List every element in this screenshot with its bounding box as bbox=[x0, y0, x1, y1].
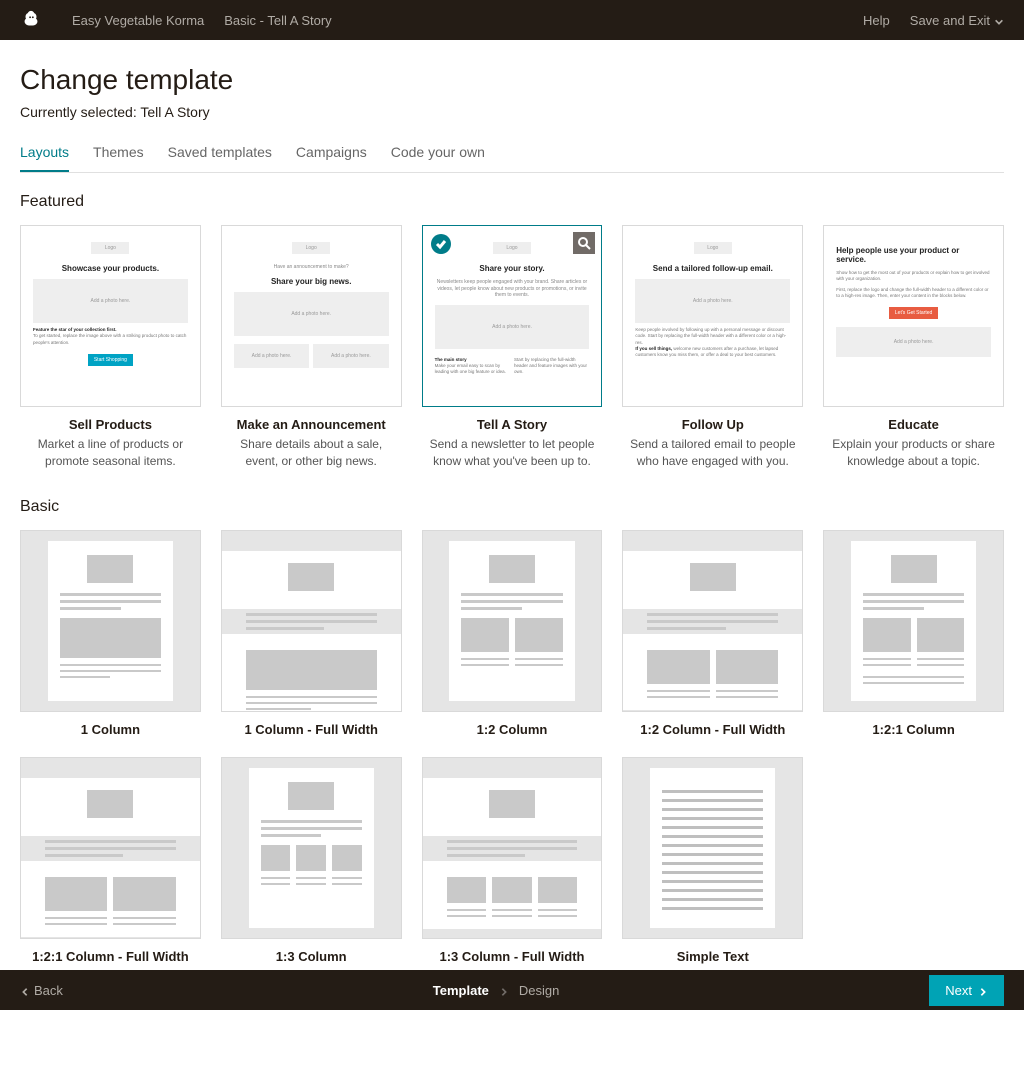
check-icon bbox=[431, 234, 451, 254]
template-card-1-column: 1 Column bbox=[20, 530, 201, 737]
save-exit-button[interactable]: Save and Exit bbox=[910, 13, 1004, 28]
template-title: Simple Text bbox=[622, 949, 803, 964]
chevron-right-icon bbox=[499, 985, 509, 995]
template-card-tell-a-story: LogoShare your story.Newsletters keep pe… bbox=[422, 225, 603, 470]
template-desc: Send a tailored email to people who have… bbox=[622, 436, 803, 470]
template-thumb[interactable] bbox=[622, 757, 803, 939]
template-title: Tell A Story bbox=[422, 417, 603, 432]
template-title: 1:2 Column - Full Width bbox=[622, 722, 803, 737]
section-basic: Basic bbox=[20, 498, 1004, 516]
template-card-1-2-1-column---full-width: 1:2:1 Column - Full Width bbox=[20, 757, 201, 964]
template-desc: Market a line of products or promote sea… bbox=[20, 436, 201, 470]
tab-campaigns[interactable]: Campaigns bbox=[296, 144, 367, 172]
mailchimp-logo[interactable] bbox=[20, 9, 42, 31]
template-title: Follow Up bbox=[622, 417, 803, 432]
template-thumb[interactable] bbox=[422, 757, 603, 939]
header-template[interactable]: Basic - Tell A Story bbox=[224, 13, 331, 28]
section-featured: Featured bbox=[20, 193, 1004, 211]
template-thumb[interactable]: LogoSend a tailored follow-up email.Add … bbox=[622, 225, 803, 407]
preview-icon[interactable] bbox=[573, 232, 595, 254]
template-card-educate: Help people use your product or service.… bbox=[823, 225, 1004, 470]
template-thumb[interactable] bbox=[20, 530, 201, 712]
template-thumb[interactable]: LogoShare your story.Newsletters keep pe… bbox=[422, 225, 603, 407]
template-thumb[interactable]: LogoHave an announcement to make?Share y… bbox=[221, 225, 402, 407]
template-title: 1:2:1 Column - Full Width bbox=[20, 949, 201, 964]
template-card-1-column---full-width: 1 Column - Full Width bbox=[221, 530, 402, 737]
template-title: Make an Announcement bbox=[221, 417, 402, 432]
template-thumb[interactable] bbox=[422, 530, 603, 712]
template-title: 1:3 Column - Full Width bbox=[422, 949, 603, 964]
tab-saved-templates[interactable]: Saved templates bbox=[168, 144, 272, 172]
template-desc: Share details about a sale, event, or ot… bbox=[221, 436, 402, 470]
step-template[interactable]: Template bbox=[433, 983, 489, 998]
template-thumb[interactable] bbox=[823, 530, 1004, 712]
header-project[interactable]: Easy Vegetable Korma bbox=[72, 13, 204, 28]
tab-code-your-own[interactable]: Code your own bbox=[391, 144, 485, 172]
template-thumb[interactable]: LogoShowcase your products.Add a photo h… bbox=[20, 225, 201, 407]
template-title: Educate bbox=[823, 417, 1004, 432]
template-card-1-2-column: 1:2 Column bbox=[422, 530, 603, 737]
template-title: 1 Column bbox=[20, 722, 201, 737]
back-button[interactable]: Back bbox=[20, 983, 63, 998]
template-thumb[interactable] bbox=[221, 757, 402, 939]
page-title: Change template bbox=[20, 64, 1004, 96]
chevron-left-icon bbox=[20, 985, 30, 995]
template-thumb[interactable] bbox=[622, 530, 803, 712]
template-card-1-3-column: 1:3 Column bbox=[221, 757, 402, 964]
template-title: 1:2 Column bbox=[422, 722, 603, 737]
chevron-down-icon bbox=[994, 15, 1004, 25]
template-title: Sell Products bbox=[20, 417, 201, 432]
template-card-sell-products: LogoShowcase your products.Add a photo h… bbox=[20, 225, 201, 470]
template-card-1-3-column---full-width: 1:3 Column - Full Width bbox=[422, 757, 603, 964]
template-card-simple-text: Simple Text bbox=[622, 757, 803, 964]
step-design[interactable]: Design bbox=[519, 983, 559, 998]
next-button[interactable]: Next bbox=[929, 975, 1004, 1006]
tabs: Layouts Themes Saved templates Campaigns Cod… bbox=[20, 144, 1004, 173]
tab-themes[interactable]: Themes bbox=[93, 144, 144, 172]
template-thumb[interactable] bbox=[221, 530, 402, 712]
template-title: 1 Column - Full Width bbox=[221, 722, 402, 737]
help-link[interactable]: Help bbox=[863, 13, 890, 28]
template-thumb[interactable]: Help people use your product or service.… bbox=[823, 225, 1004, 407]
tab-layouts[interactable]: Layouts bbox=[20, 144, 69, 172]
template-card-1-2-1-column: 1:2:1 Column bbox=[823, 530, 1004, 737]
template-card-1-2-column---full-width: 1:2 Column - Full Width bbox=[622, 530, 803, 737]
currently-selected: Currently selected: Tell A Story bbox=[20, 104, 1004, 120]
chevron-right-icon bbox=[978, 985, 988, 995]
template-desc: Explain your products or share knowledge… bbox=[823, 436, 1004, 470]
template-title: 1:2:1 Column bbox=[823, 722, 1004, 737]
template-thumb[interactable] bbox=[20, 757, 201, 939]
template-desc: Send a newsletter to let people know wha… bbox=[422, 436, 603, 470]
template-card-follow-up: LogoSend a tailored follow-up email.Add … bbox=[622, 225, 803, 470]
template-card-make-an-announcement: LogoHave an announcement to make?Share y… bbox=[221, 225, 402, 470]
template-title: 1:3 Column bbox=[221, 949, 402, 964]
